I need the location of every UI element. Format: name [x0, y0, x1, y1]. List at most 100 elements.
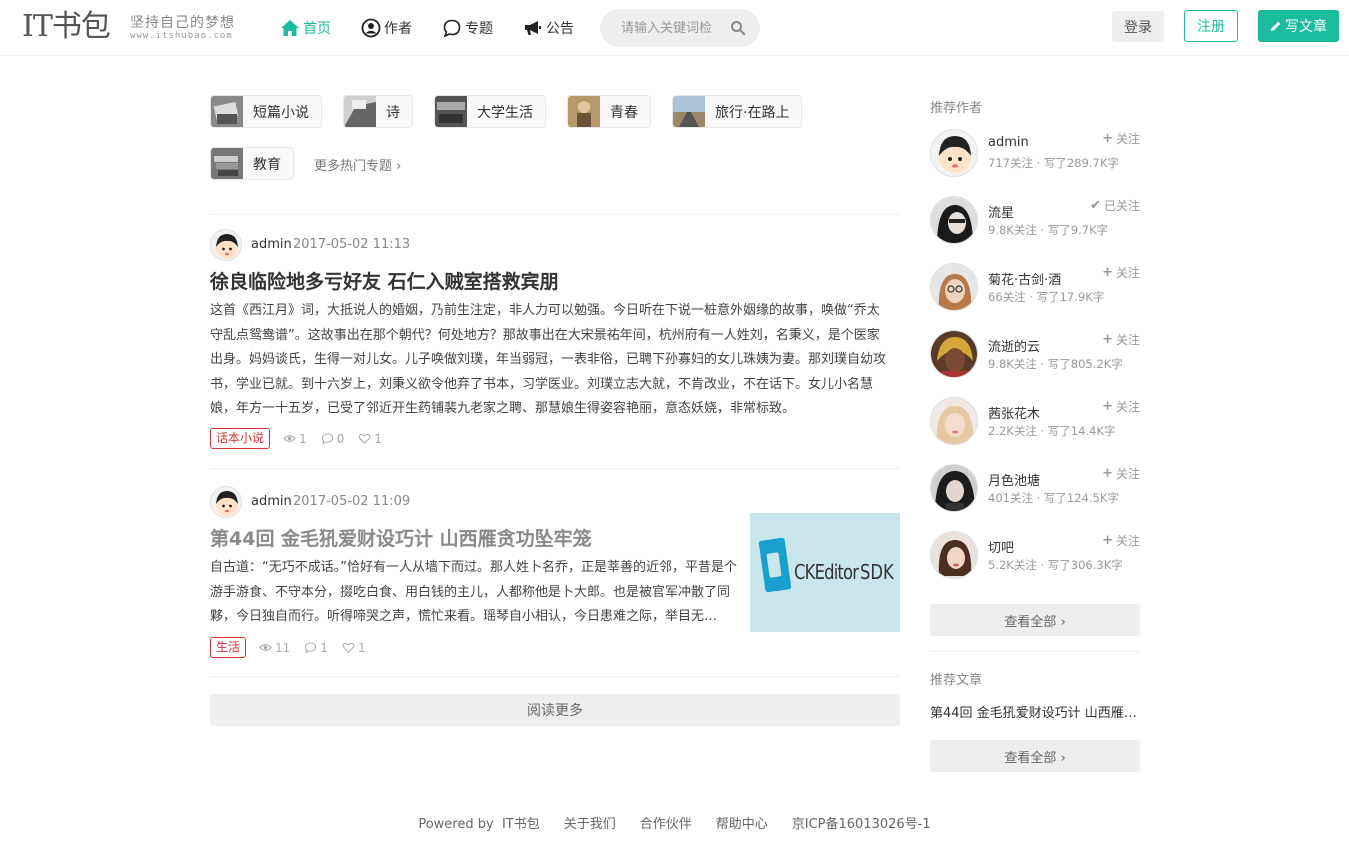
view-all-authors-button[interactable]: 查看全部 ›: [930, 604, 1140, 636]
article-author[interactable]: admin: [251, 494, 292, 509]
author-avatar[interactable]: [930, 330, 978, 378]
logo-url: www.itshubao.com: [130, 31, 233, 41]
view-count: 1: [283, 432, 307, 446]
divider: [210, 214, 900, 215]
ckeditor-brand: CKEditor: [794, 560, 859, 584]
register-button[interactable]: 注册: [1184, 10, 1238, 42]
plus-icon: +: [1102, 466, 1113, 481]
follow-button[interactable]: + 关注: [1102, 532, 1140, 549]
sdk-label: SDK: [860, 560, 894, 584]
follow-button[interactable]: + 关注: [1102, 264, 1140, 281]
divider: [210, 676, 900, 677]
author-stats: 717关注 · 写了289.7K字: [988, 156, 1119, 170]
author-avatar[interactable]: [930, 129, 978, 177]
login-button[interactable]: 登录: [1112, 11, 1164, 42]
author-name[interactable]: 月色池塘: [988, 470, 1040, 489]
article-meta: 话本小说 1 0 1: [210, 428, 396, 449]
write-article-button[interactable]: 写文章: [1258, 10, 1339, 42]
nav-item-authors[interactable]: 作者: [361, 0, 412, 56]
author-stats: 9.8K关注 · 写了805.2K字: [988, 357, 1123, 371]
topic-thumbnail: [673, 96, 705, 127]
follow-button[interactable]: + 关注: [1102, 465, 1140, 482]
article-author[interactable]: admin: [251, 237, 292, 252]
photo-avatar-icon: [931, 398, 977, 444]
author-avatar[interactable]: [210, 486, 242, 518]
comment-count-value: 1: [320, 640, 328, 655]
view-all-articles-button[interactable]: 查看全部 ›: [930, 740, 1140, 772]
followed-button[interactable]: ✔ 已关注: [1090, 197, 1140, 214]
search-icon[interactable]: [730, 20, 746, 36]
author-stats: 66关注 · 写了17.9K字: [988, 290, 1105, 304]
search-input[interactable]: [621, 20, 726, 36]
logo-mark: IT书包: [22, 9, 111, 44]
article-tag[interactable]: 话本小说: [210, 428, 271, 449]
like-count: 1: [358, 432, 382, 446]
article-thumbnail[interactable]: CKEditor SDK: [750, 513, 900, 632]
divider: [930, 651, 1140, 652]
article-time: 2017-05-02 11:09: [293, 494, 411, 509]
footer-powered-by[interactable]: Powered by IT书包: [418, 813, 539, 832]
author-name[interactable]: 流逝的云: [988, 336, 1040, 355]
author-avatar[interactable]: [930, 263, 978, 311]
footer-icp-link[interactable]: 京ICP备16013026号-1: [792, 813, 931, 832]
topic-label: 诗: [386, 104, 400, 121]
nav-item-notices[interactable]: 公告: [523, 0, 574, 56]
footer: Powered by IT书包 关于我们 合作伙伴 帮助中心 京ICP备1601…: [0, 813, 1349, 832]
nav-item-home[interactable]: 首页: [280, 0, 331, 56]
recommended-articles-title: 推荐文章: [930, 673, 983, 688]
nav-label: 首页: [303, 21, 331, 37]
topic-chip[interactable]: 青春: [567, 95, 651, 128]
speech-bubble-icon: [443, 19, 461, 38]
article-title[interactable]: 徐良临险地多亏好友 石仁入贼室搭救宾朋: [210, 267, 559, 294]
hot-topics: 短篇小说 诗 大学生活 青春 旅行·在路上 教育 更多热门专题 ›: [210, 95, 900, 185]
like-count-value: 1: [374, 431, 382, 446]
author-avatar[interactable]: [210, 229, 242, 261]
recommended-author: 流逝的云 9.8K关注 · 写了805.2K字 + 关注: [930, 330, 1140, 380]
topic-thumbnail: [435, 96, 467, 127]
topic-label: 教育: [253, 156, 281, 173]
recommended-author: 流星 9.8K关注 · 写了9.7K字 ✔ 已关注: [930, 196, 1140, 246]
article-title[interactable]: 第44回 金毛犼爱财设巧计 山西雁贪功坠牢笼: [210, 524, 592, 551]
cartoon-avatar-icon: [931, 130, 977, 176]
photo-avatar-icon: [931, 465, 977, 511]
photo-avatar-icon: [931, 264, 977, 310]
author-avatar[interactable]: [930, 196, 978, 244]
author-name[interactable]: admin: [988, 135, 1029, 150]
home-icon: [281, 20, 299, 36]
topic-chip[interactable]: 旅行·在路上: [672, 95, 803, 128]
follow-button[interactable]: + 关注: [1102, 331, 1140, 348]
topic-chip[interactable]: 教育: [210, 147, 294, 180]
author-name[interactable]: 菊花·古剑·酒: [988, 269, 1061, 288]
recommended-author: 切吧 5.2K关注 · 写了306.3K字 + 关注: [930, 531, 1140, 581]
footer-help-link[interactable]: 帮助中心: [716, 813, 768, 832]
eye-icon: [259, 644, 272, 651]
topic-chip[interactable]: 大学生活: [434, 95, 546, 128]
site-logo[interactable]: IT书包 坚持自己的梦想 www.itshubao.com: [22, 10, 242, 46]
read-more-button[interactable]: 阅读更多: [210, 694, 900, 726]
article-tag[interactable]: 生活: [210, 637, 247, 658]
footer-partners-link[interactable]: 合作伙伴: [640, 813, 692, 832]
article-excerpt: 自古道：“无巧不成话。”恰好有一人从墙下而过。那人姓卜名乔，正是莘善的近邻，平昔…: [210, 560, 737, 624]
author-name[interactable]: 切吧: [988, 537, 1014, 556]
author-stats: 9.8K关注 · 写了9.7K字: [988, 223, 1109, 237]
follow-button[interactable]: + 关注: [1102, 130, 1140, 147]
write-label: 写文章: [1285, 19, 1327, 35]
topic-chip[interactable]: 诗: [343, 95, 413, 128]
author-avatar[interactable]: [930, 397, 978, 445]
author-name[interactable]: 茜张花木: [988, 403, 1040, 422]
more-topics-link[interactable]: 更多热门专题 ›: [314, 155, 401, 174]
topic-chip[interactable]: 短篇小说: [210, 95, 322, 128]
plus-icon: +: [1102, 533, 1113, 548]
article-time: 2017-05-02 11:13: [293, 237, 411, 252]
pencil-icon: [1271, 21, 1281, 31]
author-avatar[interactable]: [930, 531, 978, 579]
author-stats: 2.2K关注 · 写了14.4K字: [988, 424, 1116, 438]
author-name[interactable]: 流星: [988, 202, 1014, 221]
footer-about-link[interactable]: 关于我们: [564, 813, 616, 832]
nav-item-topics[interactable]: 专题: [442, 0, 493, 56]
author-avatar[interactable]: [930, 464, 978, 512]
topic-label: 旅行·在路上: [715, 104, 790, 121]
recommended-article-link[interactable]: 第44回 金毛犼爱财设巧计 山西雁贪功坠牢笼: [930, 702, 1140, 721]
comment-count: 1: [304, 641, 328, 655]
follow-button[interactable]: + 关注: [1102, 398, 1140, 415]
